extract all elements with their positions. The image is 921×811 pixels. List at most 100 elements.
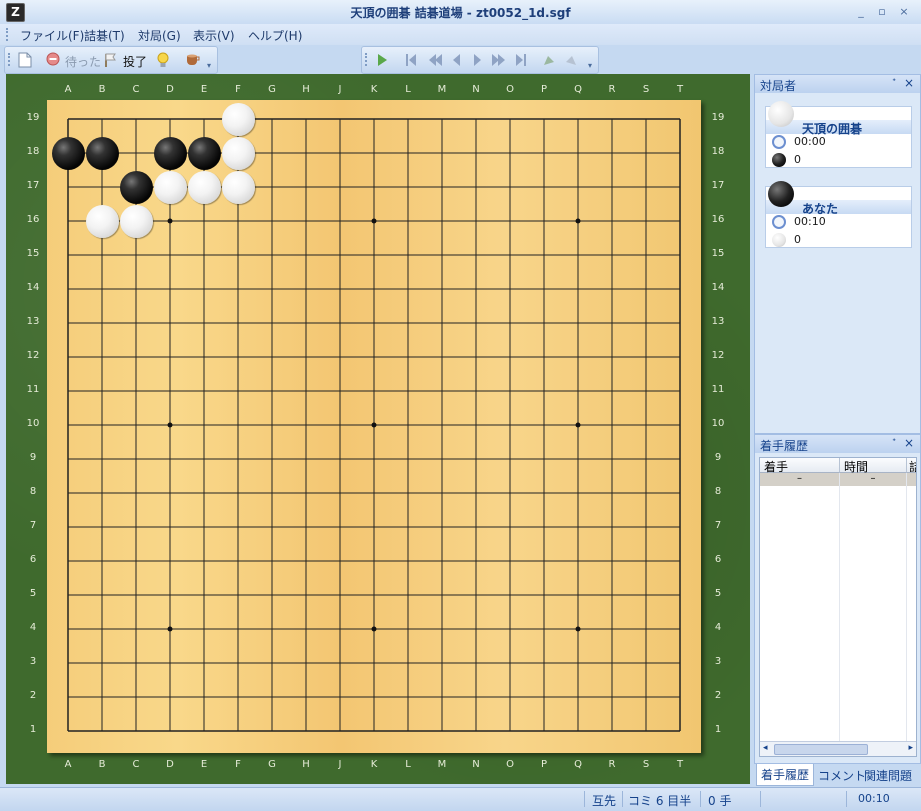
move-history-panel: 着手履歴 ᐩ × 着手 時間 詰 – – ◂ ▸ bbox=[754, 434, 921, 764]
undo-icon[interactable] bbox=[45, 52, 61, 68]
nav-toolbar-grip[interactable] bbox=[365, 53, 370, 66]
rotate-right-icon[interactable] bbox=[566, 56, 576, 65]
column-label: B bbox=[98, 759, 106, 770]
tea-cup-icon[interactable] bbox=[185, 52, 201, 68]
move-history-table[interactable]: 着手 時間 詰 – – ◂ ▸ bbox=[759, 457, 917, 757]
row-label: 12 bbox=[711, 350, 725, 361]
white-stone bbox=[221, 102, 255, 136]
close-window-button[interactable]: × bbox=[896, 4, 912, 19]
row-label: 16 bbox=[26, 214, 40, 225]
column-label: L bbox=[405, 759, 411, 770]
row-label: 9 bbox=[29, 452, 37, 463]
column-header-move[interactable]: 着手 bbox=[760, 458, 840, 474]
nav-toolbar-overflow-icon[interactable]: ▾ bbox=[588, 61, 592, 70]
scrollbar-thumb[interactable] bbox=[774, 744, 868, 755]
column-label: G bbox=[268, 84, 276, 95]
white-stone bbox=[187, 170, 221, 204]
row-label: 10 bbox=[711, 418, 725, 429]
main-toolbar: 待った 投了 ▾ bbox=[4, 46, 218, 74]
menu-grip[interactable] bbox=[6, 28, 11, 41]
menu-tsumego[interactable]: 詰碁(T) bbox=[84, 27, 125, 44]
white-stone-icon bbox=[768, 101, 794, 127]
pin-icon[interactable]: ᐩ bbox=[892, 77, 896, 88]
go-board[interactable] bbox=[47, 100, 701, 753]
white-stone bbox=[119, 204, 153, 238]
minimize-button[interactable]: _ bbox=[853, 4, 869, 19]
menu-game[interactable]: 対局(G) bbox=[138, 27, 181, 44]
menu-help[interactable]: ヘルプ(H) bbox=[248, 27, 302, 44]
forward-icon[interactable] bbox=[474, 54, 481, 66]
rotate-left-icon[interactable] bbox=[544, 56, 554, 65]
column-label: C bbox=[132, 84, 140, 95]
column-label: J bbox=[338, 84, 342, 95]
row-label: 14 bbox=[26, 282, 40, 293]
row-label: 15 bbox=[711, 248, 725, 259]
close-panel-icon[interactable]: × bbox=[904, 436, 914, 450]
play-icon[interactable] bbox=[378, 54, 387, 66]
column-header-comment[interactable]: 詰 bbox=[907, 458, 916, 473]
row-label: 1 bbox=[29, 724, 37, 735]
captured-black-stone-icon bbox=[772, 153, 786, 167]
menu-file[interactable]: ファイル(F) bbox=[20, 27, 84, 44]
player-card-black: あなた 00:10 0 bbox=[765, 181, 912, 248]
white-stone bbox=[221, 170, 255, 204]
toolbar-overflow-icon[interactable]: ▾ bbox=[207, 61, 211, 70]
restore-button[interactable]: ▫ bbox=[874, 4, 890, 19]
close-panel-icon[interactable]: × bbox=[904, 76, 914, 90]
undo-button[interactable]: 待った bbox=[65, 53, 101, 70]
white-time: 00:00 bbox=[794, 135, 826, 148]
resign-button[interactable]: 投了 bbox=[123, 53, 147, 70]
tab-move-history[interactable]: 着手履歴 bbox=[756, 764, 815, 786]
column-label: K bbox=[370, 84, 378, 95]
resign-flag-icon[interactable] bbox=[103, 52, 119, 68]
status-handicap: 互先 bbox=[592, 794, 617, 808]
forward-fast-icon[interactable] bbox=[492, 54, 505, 66]
status-bar: 互先 コミ 6 目半 0 手 00:10 bbox=[0, 787, 921, 811]
white-stone bbox=[153, 170, 187, 204]
new-file-icon[interactable] bbox=[17, 52, 33, 68]
back-icon[interactable] bbox=[453, 54, 460, 66]
row-label: 8 bbox=[714, 486, 722, 497]
navigation-toolbar: ▾ bbox=[361, 46, 599, 74]
column-label: E bbox=[200, 84, 208, 95]
column-label: S bbox=[642, 84, 650, 95]
history-cell-move[interactable]: – bbox=[760, 473, 839, 486]
column-label: C bbox=[132, 759, 140, 770]
window-title: 天頂の囲碁 詰碁道場 - zt0052_1d.sgf bbox=[350, 6, 571, 20]
scroll-right-icon[interactable]: ▸ bbox=[908, 743, 913, 753]
column-label: H bbox=[302, 759, 310, 770]
row-label: 13 bbox=[26, 316, 40, 327]
players-panel: 対局者 ᐩ × 天頂の囲碁 00:00 0 あなた 00:10 0 bbox=[754, 74, 921, 434]
row-label: 1 bbox=[714, 724, 722, 735]
tab-related-problems[interactable]: 関連問題 bbox=[864, 767, 912, 784]
toolbar-grip[interactable] bbox=[8, 53, 13, 66]
lightbulb-icon[interactable] bbox=[155, 52, 171, 68]
star-point bbox=[575, 626, 581, 632]
history-cell-time[interactable]: – bbox=[840, 473, 906, 486]
horizontal-scrollbar[interactable]: ◂ ▸ bbox=[760, 741, 916, 756]
row-label: 15 bbox=[26, 248, 40, 259]
column-label: R bbox=[608, 84, 616, 95]
menu-view[interactable]: 表示(V) bbox=[193, 27, 235, 44]
status-move-count: 0 手 bbox=[708, 794, 732, 808]
players-panel-header: 対局者 ᐩ × bbox=[755, 75, 920, 93]
title-bar: Z 天頂の囲碁 詰碁道場 - zt0052_1d.sgf _ ▫ × bbox=[0, 0, 921, 25]
history-panel-header: 着手履歴 ᐩ × bbox=[755, 435, 920, 453]
pin-icon[interactable]: ᐩ bbox=[892, 437, 896, 448]
star-point bbox=[371, 422, 377, 428]
star-point bbox=[167, 422, 173, 428]
row-label: 8 bbox=[29, 486, 37, 497]
black-stone-icon bbox=[768, 181, 794, 207]
row-label: 7 bbox=[714, 520, 722, 531]
menu-bar: ファイル(F) 詰碁(T) 対局(G) 表示(V) ヘルプ(H) bbox=[0, 24, 921, 45]
tab-comment[interactable]: コメント bbox=[818, 767, 866, 784]
last-icon[interactable] bbox=[516, 54, 526, 66]
row-label: 10 bbox=[26, 418, 40, 429]
column-label: M bbox=[437, 759, 447, 770]
column-header-time[interactable]: 時間 bbox=[840, 458, 907, 474]
first-icon[interactable] bbox=[406, 54, 416, 66]
scroll-left-icon[interactable]: ◂ bbox=[763, 743, 768, 753]
status-divider bbox=[584, 791, 585, 807]
back-fast-icon[interactable] bbox=[429, 54, 442, 66]
history-cell-comment[interactable] bbox=[907, 473, 916, 486]
